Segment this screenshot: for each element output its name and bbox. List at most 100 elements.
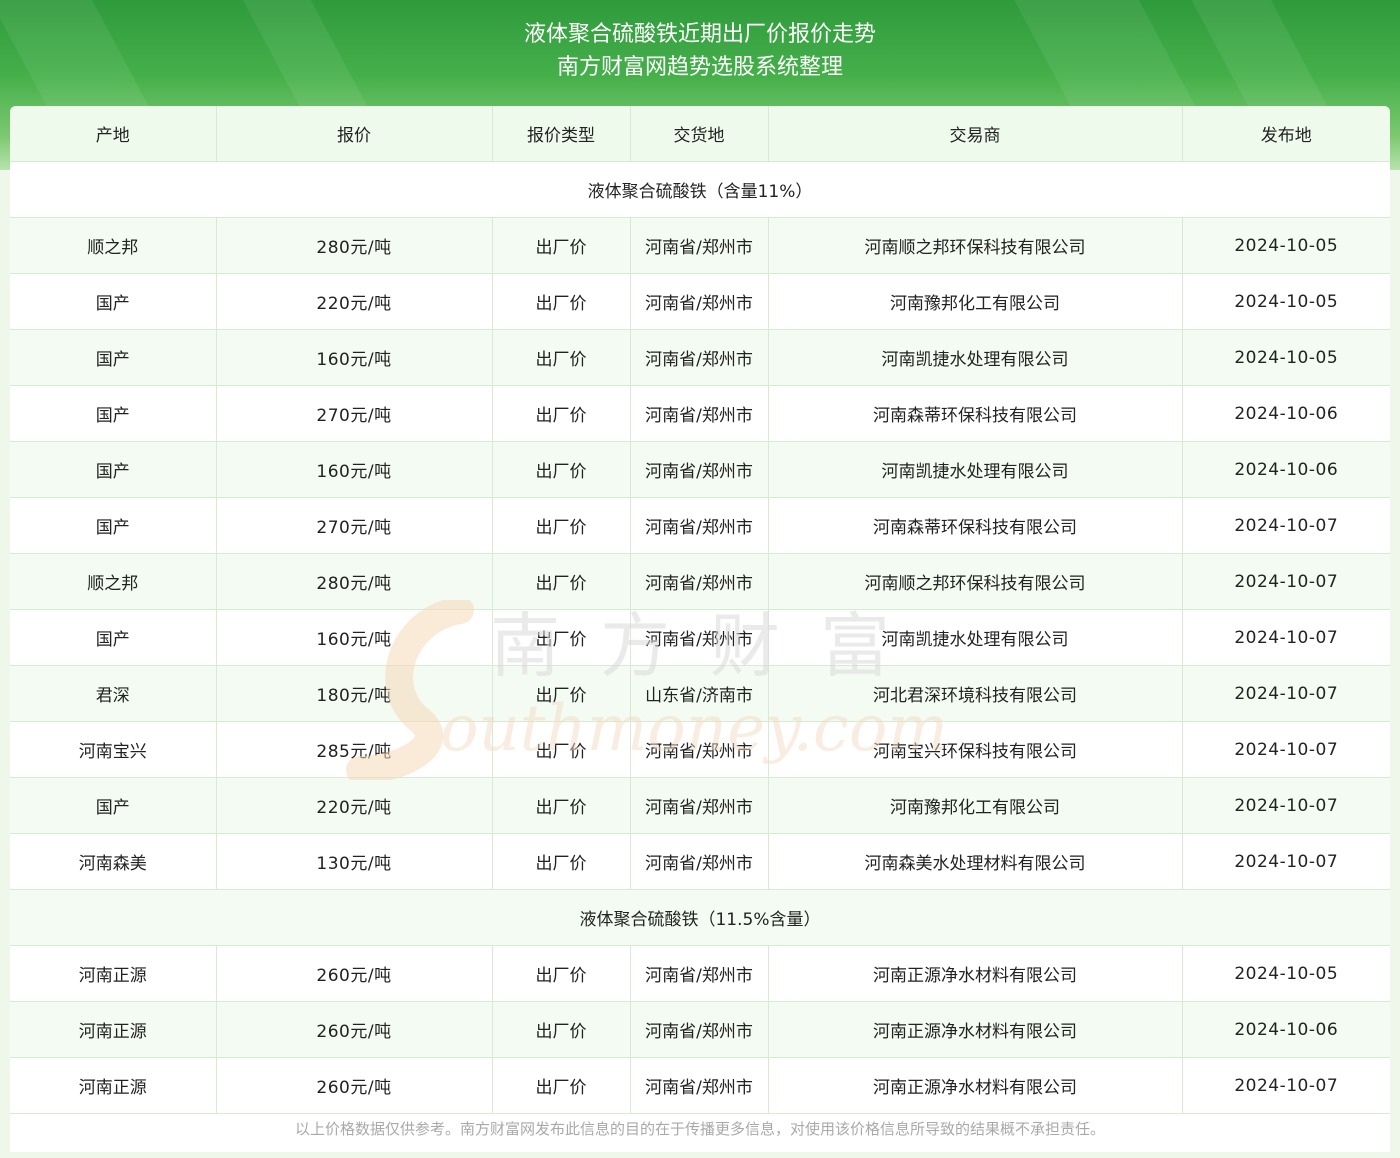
cell-col-price: 130元/吨 <box>216 833 493 890</box>
table-row: 河南森美 130元/吨 出厂价 河南省/郑州市 河南森美水处理材料有限公司 2024-10… <box>10 833 1390 890</box>
cell-col-date: 2024-10-07 <box>1182 1057 1390 1114</box>
cell-col-price: 260元/吨 <box>216 1057 493 1114</box>
cell-col-delivery: 河南省/郑州市 <box>630 497 769 554</box>
cell-col-price-type: 出厂价 <box>492 273 631 330</box>
cell-col-price-type: 出厂价 <box>492 329 631 386</box>
table-row: 河南正源 260元/吨 出厂价 河南省/郑州市 河南正源净水材料有限公司 2024-10-… <box>10 945 1390 1002</box>
section-header-row: 液体聚合硫酸铁（11.5%含量） <box>10 889 1390 946</box>
cell-col-date: 2024-10-06 <box>1182 1001 1390 1058</box>
cell-col-price-type: 出厂价 <box>492 441 631 498</box>
cell-col-trader: 河南凯捷水处理有限公司 <box>768 609 1183 666</box>
cell-col-origin: 国产 <box>10 497 217 554</box>
cell-col-origin: 国产 <box>10 609 217 666</box>
cell-col-origin: 河南正源 <box>10 1057 217 1114</box>
table-row: 顺之邦 280元/吨 出厂价 河南省/郑州市 河南顺之邦环保科技有限公司 2024-10-… <box>10 217 1390 274</box>
cell-col-date: 2024-10-05 <box>1182 329 1390 386</box>
cell-col-price: 260元/吨 <box>216 1001 493 1058</box>
table-row: 国产 270元/吨 出厂价 河南省/郑州市 河南森蒂环保科技有限公司 2024-10-06 <box>10 385 1390 442</box>
cell-col-origin: 顺之邦 <box>10 553 217 610</box>
cell-col-price: 180元/吨 <box>216 665 493 722</box>
cell-col-price-type: 出厂价 <box>492 1057 631 1114</box>
table-row: 国产 160元/吨 出厂价 河南省/郑州市 河南凯捷水处理有限公司 2024-10-06 <box>10 441 1390 498</box>
cell-col-delivery: 河南省/郑州市 <box>630 777 769 834</box>
cell-col-trader: 河南森蒂环保科技有限公司 <box>768 385 1183 442</box>
cell-col-price-type: 出厂价 <box>492 721 631 778</box>
cell-col-date: 2024-10-06 <box>1182 385 1390 442</box>
page-title: 液体聚合硫酸铁近期出厂价报价走势 南方财富网趋势选股系统整理 <box>0 18 1400 84</box>
cell-col-delivery: 河南省/郑州市 <box>630 217 769 274</box>
header-col-price: 报价 <box>216 106 493 162</box>
cell-col-price-type: 出厂价 <box>492 497 631 554</box>
cell-col-price-type: 出厂价 <box>492 217 631 274</box>
cell-col-delivery: 河南省/郑州市 <box>630 441 769 498</box>
cell-col-trader: 河南正源净水材料有限公司 <box>768 1057 1183 1114</box>
table-body: 液体聚合硫酸铁（含量11%） 顺之邦 280元/吨 出厂价 河南省/郑州市 河南顺之邦环保… <box>10 161 1390 1114</box>
cell-col-price: 160元/吨 <box>216 609 493 666</box>
cell-col-trader: 河北君深环境科技有限公司 <box>768 665 1183 722</box>
cell-col-trader: 河南豫邦化工有限公司 <box>768 777 1183 834</box>
table-row: 国产 160元/吨 出厂价 河南省/郑州市 河南凯捷水处理有限公司 2024-10-05 <box>10 329 1390 386</box>
cell-col-origin: 顺之邦 <box>10 217 217 274</box>
section-header-row: 液体聚合硫酸铁（含量11%） <box>10 161 1390 218</box>
table-row: 国产 160元/吨 出厂价 河南省/郑州市 河南凯捷水处理有限公司 2024-10-07 <box>10 609 1390 666</box>
cell-col-date: 2024-10-07 <box>1182 665 1390 722</box>
cell-col-delivery: 河南省/郑州市 <box>630 1001 769 1058</box>
cell-col-origin: 君深 <box>10 665 217 722</box>
disclaimer-text: 以上价格数据仅供参考。南方财富网发布此信息的目的在于传播更多信息，对使用该价格信… <box>294 1120 1105 1138</box>
cell-col-trader: 河南豫邦化工有限公司 <box>768 273 1183 330</box>
cell-col-date: 2024-10-05 <box>1182 273 1390 330</box>
cell-col-trader: 河南森美水处理材料有限公司 <box>768 833 1183 890</box>
header-col-date: 发布地 <box>1182 106 1390 162</box>
cell-col-price: 270元/吨 <box>216 497 493 554</box>
cell-col-origin: 国产 <box>10 385 217 442</box>
cell-col-price-type: 出厂价 <box>492 945 631 1002</box>
cell-col-price-type: 出厂价 <box>492 385 631 442</box>
cell-col-price-type: 出厂价 <box>492 1001 631 1058</box>
cell-col-origin: 国产 <box>10 441 217 498</box>
cell-col-origin: 国产 <box>10 777 217 834</box>
table-row: 河南正源 260元/吨 出厂价 河南省/郑州市 河南正源净水材料有限公司 2024-10-… <box>10 1001 1390 1058</box>
cell-col-delivery: 河南省/郑州市 <box>630 329 769 386</box>
cell-col-price: 270元/吨 <box>216 385 493 442</box>
cell-col-price-type: 出厂价 <box>492 609 631 666</box>
cell-col-trader: 河南凯捷水处理有限公司 <box>768 441 1183 498</box>
table-row: 顺之邦 280元/吨 出厂价 河南省/郑州市 河南顺之邦环保科技有限公司 2024-10-… <box>10 553 1390 610</box>
cell-col-price: 280元/吨 <box>216 217 493 274</box>
section-label: 液体聚合硫酸铁（11.5%含量） <box>10 889 1390 946</box>
cell-col-date: 2024-10-05 <box>1182 217 1390 274</box>
cell-col-price: 260元/吨 <box>216 945 493 1002</box>
table-row: 河南宝兴 285元/吨 出厂价 河南省/郑州市 河南宝兴环保科技有限公司 2024-10-… <box>10 721 1390 778</box>
table-row: 君深 180元/吨 出厂价 山东省/济南市 河北君深环境科技有限公司 2024-10-07 <box>10 665 1390 722</box>
cell-col-price: 220元/吨 <box>216 777 493 834</box>
cell-col-origin: 河南正源 <box>10 945 217 1002</box>
title-line-1: 液体聚合硫酸铁近期出厂价报价走势 <box>523 22 876 47</box>
cell-col-price: 285元/吨 <box>216 721 493 778</box>
cell-col-delivery: 河南省/郑州市 <box>630 553 769 610</box>
cell-col-date: 2024-10-07 <box>1182 497 1390 554</box>
cell-col-delivery: 河南省/郑州市 <box>630 1057 769 1114</box>
cell-col-price-type: 出厂价 <box>492 777 631 834</box>
price-table-card: 产地 报价 报价类型 交货地 交易商 发布地 液体聚合硫酸铁（含量11%） 顺之邦 280元/… <box>10 106 1390 1152</box>
cell-col-delivery: 河南省/郑州市 <box>630 273 769 330</box>
cell-col-trader: 河南宝兴环保科技有限公司 <box>768 721 1183 778</box>
cell-col-origin: 河南宝兴 <box>10 721 217 778</box>
cell-col-price: 220元/吨 <box>216 273 493 330</box>
cell-col-delivery: 河南省/郑州市 <box>630 833 769 890</box>
cell-col-trader: 河南森蒂环保科技有限公司 <box>768 497 1183 554</box>
cell-col-delivery: 河南省/郑州市 <box>630 721 769 778</box>
cell-col-date: 2024-10-07 <box>1182 777 1390 834</box>
cell-col-trader: 河南凯捷水处理有限公司 <box>768 329 1183 386</box>
cell-col-date: 2024-10-07 <box>1182 833 1390 890</box>
header-col-origin: 产地 <box>10 106 217 162</box>
cell-col-price: 160元/吨 <box>216 329 493 386</box>
cell-col-date: 2024-10-07 <box>1182 609 1390 666</box>
table-row: 国产 270元/吨 出厂价 河南省/郑州市 河南森蒂环保科技有限公司 2024-10-07 <box>10 497 1390 554</box>
title-line-2: 南方财富网趋势选股系统整理 <box>556 55 843 80</box>
price-table: 产地 报价 报价类型 交货地 交易商 发布地 液体聚合硫酸铁（含量11%） 顺之邦 280元/… <box>10 106 1390 1114</box>
cell-col-price-type: 出厂价 <box>492 833 631 890</box>
cell-col-date: 2024-10-06 <box>1182 441 1390 498</box>
header-col-delivery: 交货地 <box>630 106 769 162</box>
cell-col-price: 280元/吨 <box>216 553 493 610</box>
cell-col-price-type: 出厂价 <box>492 553 631 610</box>
cell-col-delivery: 河南省/郑州市 <box>630 385 769 442</box>
